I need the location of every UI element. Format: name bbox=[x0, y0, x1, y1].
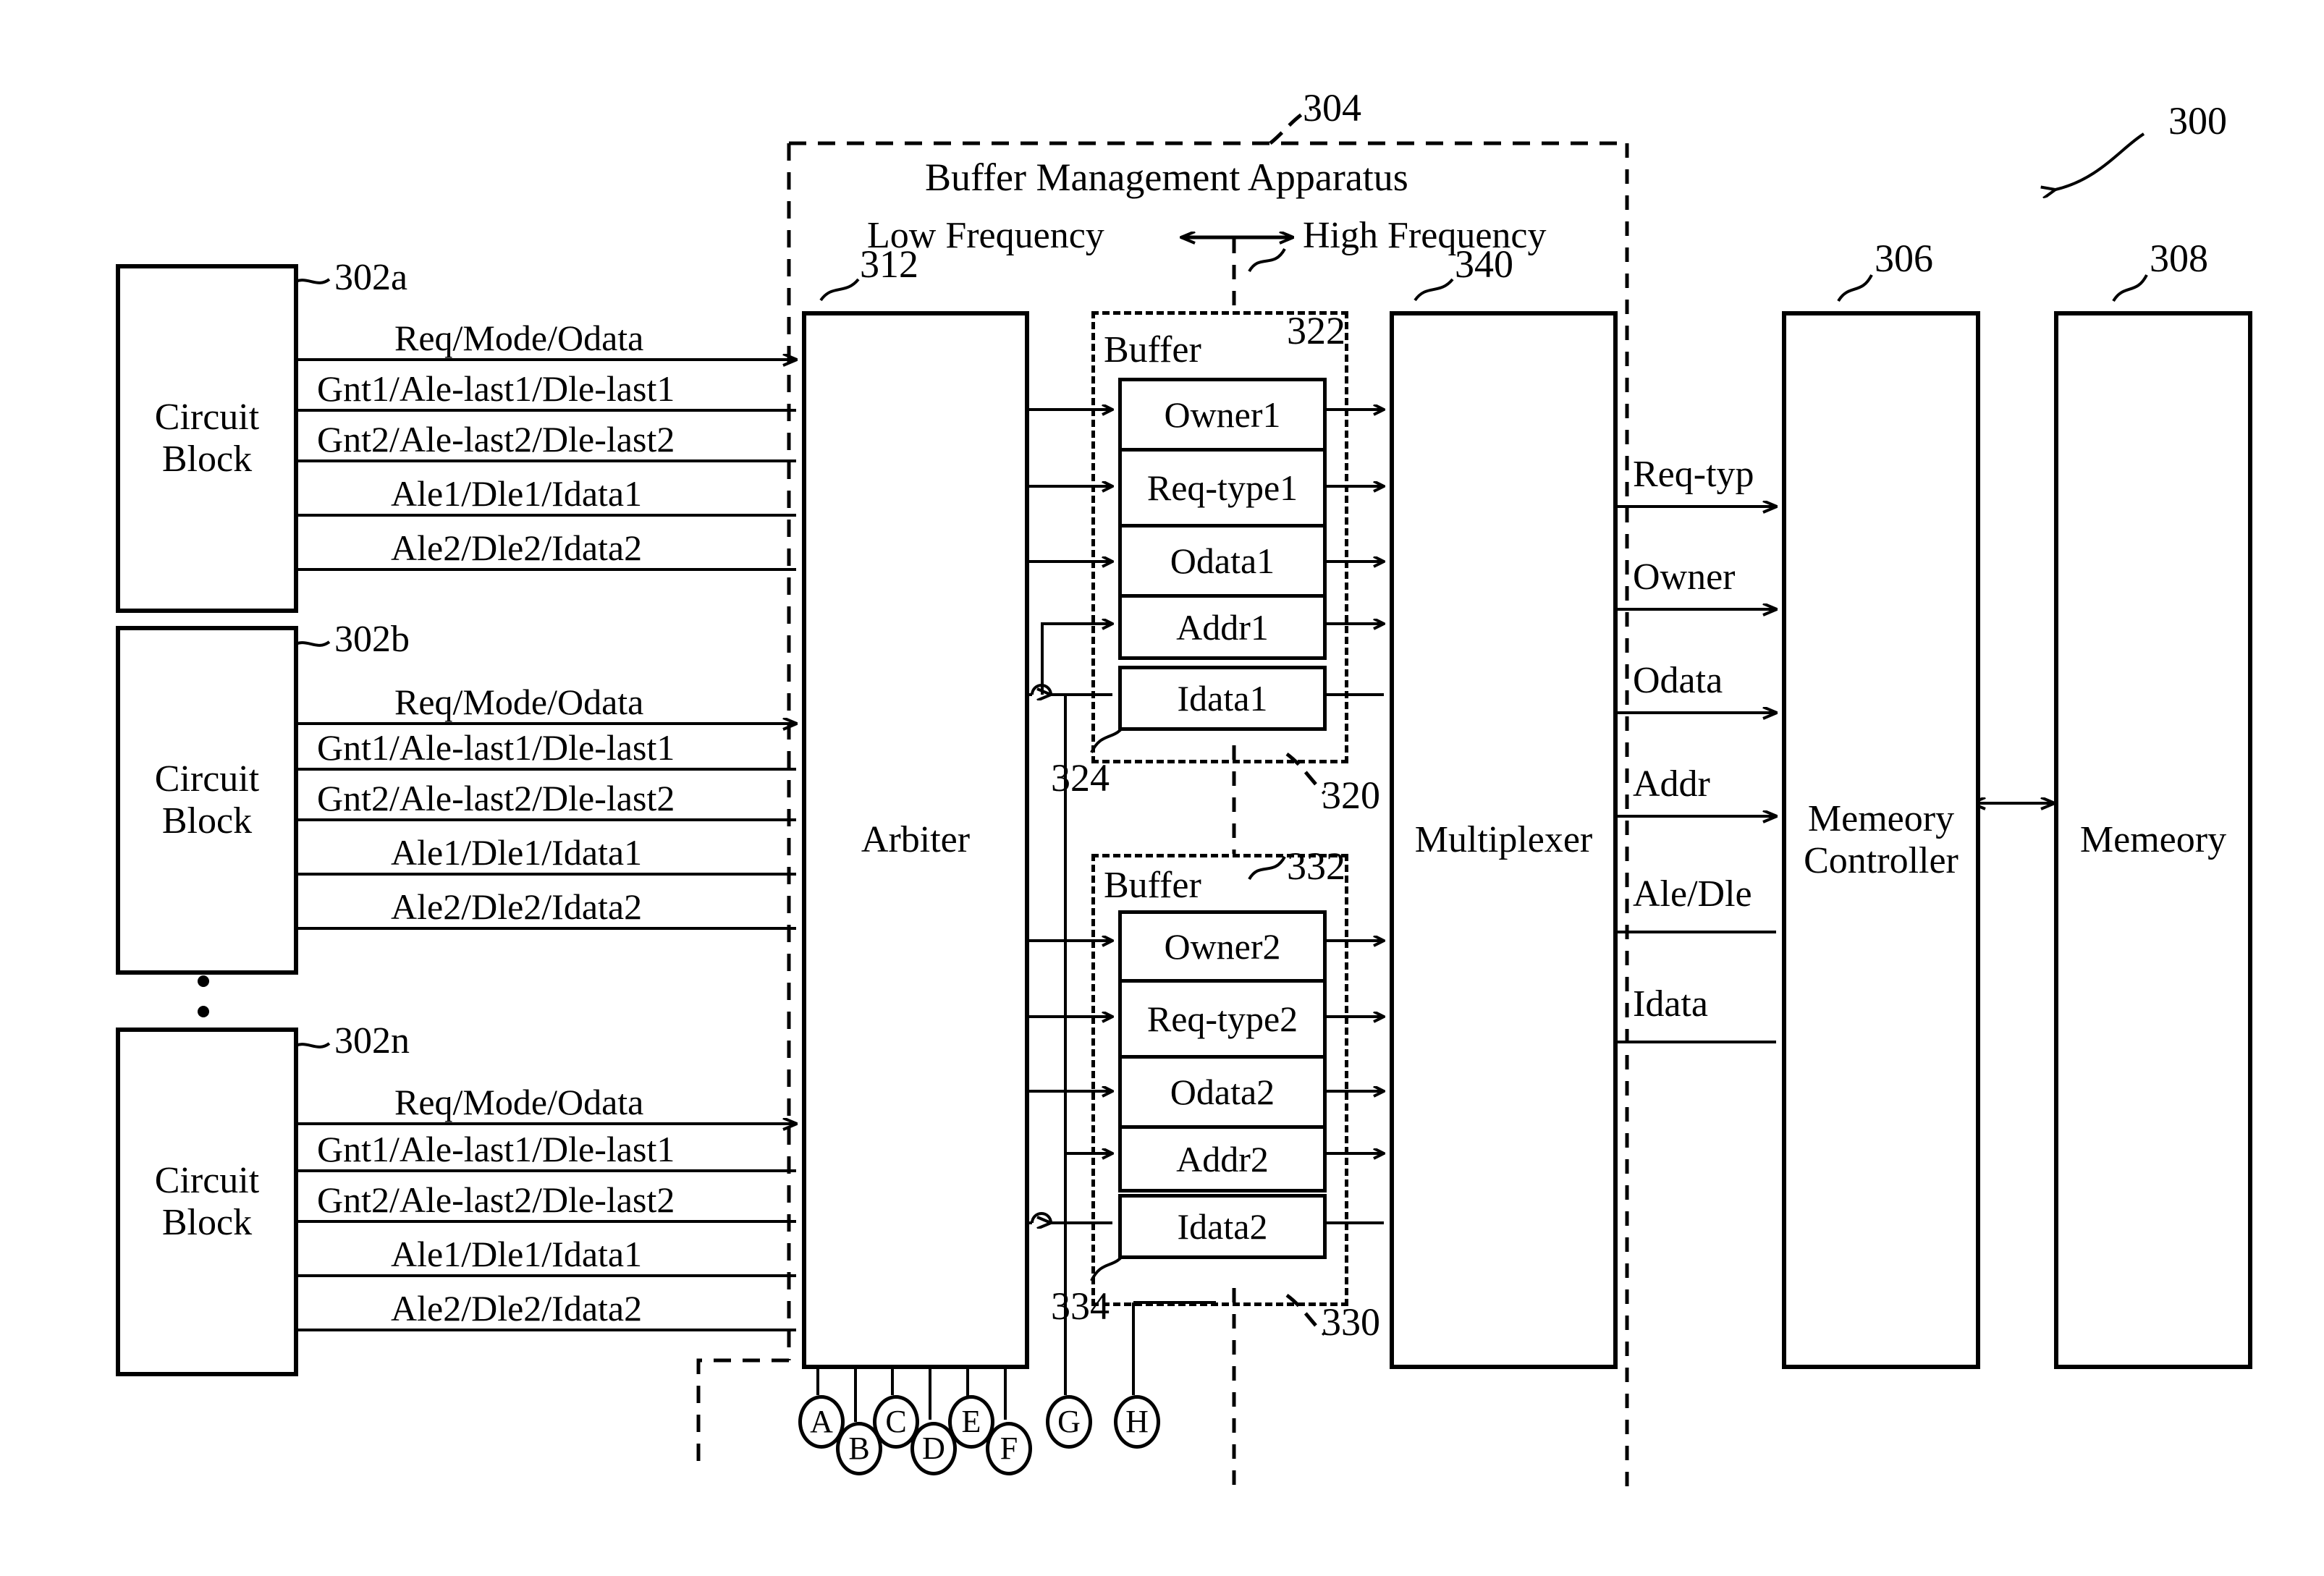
memory-block[interactable]: Memeory bbox=[2054, 311, 2252, 1369]
signal-label-ale2: Ale2/Dle2/Idata2 bbox=[391, 886, 643, 927]
ref-332: 332 bbox=[1287, 844, 1345, 888]
signal-label-req-mode-odata: Req/Mode/Odata bbox=[394, 1082, 644, 1122]
signal-label-ale2: Ale2/Dle2/Idata2 bbox=[391, 1288, 643, 1329]
ref-334: 334 bbox=[1051, 1284, 1110, 1328]
signal-label-gnt1: Gnt1/Ale-last1/Dle-last1 bbox=[317, 1129, 675, 1169]
ref-302a: 302a bbox=[334, 257, 408, 298]
ref-306: 306 bbox=[1875, 237, 1933, 280]
buffer-322-fields: Owner1 Req-type1 Odata1 Addr1 bbox=[1118, 378, 1327, 660]
buffer-field-owner2[interactable]: Owner2 bbox=[1122, 914, 1323, 983]
buffer-caption-332: Buffer bbox=[1104, 865, 1201, 906]
memory-label: Memeory bbox=[2079, 818, 2227, 860]
memory-controller-label-line2: Controller bbox=[1804, 840, 1959, 881]
connector-tag-f[interactable]: F bbox=[986, 1422, 1032, 1475]
buffer-field-owner1[interactable]: Owner1 bbox=[1122, 381, 1323, 452]
signal-label-ale1: Ale1/Dle1/Idata1 bbox=[391, 832, 643, 873]
ref-312: 312 bbox=[860, 242, 918, 286]
circuit-block-label-line2: Block bbox=[161, 439, 253, 480]
signal-label-ale1: Ale1/Dle1/Idata1 bbox=[391, 473, 643, 514]
memory-controller-block[interactable]: Memeory Controller bbox=[1782, 311, 1980, 1369]
controller-signal-odata: Odata bbox=[1633, 660, 1723, 701]
signal-label-req-mode-odata: Req/Mode/Odata bbox=[394, 682, 644, 722]
ref-340: 340 bbox=[1455, 242, 1513, 286]
circuit-block-302a[interactable]: Circuit Block bbox=[116, 264, 298, 613]
buffer-field-odata2[interactable]: Odata2 bbox=[1122, 1059, 1323, 1129]
ref-322: 322 bbox=[1287, 309, 1345, 352]
ref-324: 324 bbox=[1051, 756, 1110, 800]
signal-label-ale2: Ale2/Dle2/Idata2 bbox=[391, 528, 643, 568]
apparatus-title: Buffer Management Apparatus bbox=[925, 156, 1408, 199]
circuit-block-302b[interactable]: Circuit Block bbox=[116, 626, 298, 975]
ellipsis-dot bbox=[198, 1006, 209, 1017]
buffer-332-fields: Owner2 Req-type2 Odata2 Addr2 bbox=[1118, 910, 1327, 1192]
signal-label-gnt2: Gnt2/Ale-last2/Dle-last2 bbox=[317, 419, 675, 459]
multiplexer-label: Multiplexer bbox=[1414, 818, 1593, 860]
memory-controller-label-line1: Memeory bbox=[1807, 797, 1955, 839]
signal-label-ale1: Ale1/Dle1/Idata1 bbox=[391, 1234, 643, 1274]
controller-signal-owner: Owner bbox=[1633, 556, 1736, 598]
ref-304: 304 bbox=[1303, 86, 1361, 130]
controller-signal-addr: Addr bbox=[1633, 763, 1710, 805]
buffer-field-idata2[interactable]: Idata2 bbox=[1118, 1194, 1327, 1259]
signal-label-req-mode-odata: Req/Mode/Odata bbox=[394, 318, 644, 358]
ref-330: 330 bbox=[1322, 1300, 1380, 1344]
buffer-field-odata1[interactable]: Odata1 bbox=[1122, 528, 1323, 598]
circuit-block-label-line2: Block bbox=[161, 800, 253, 842]
buffer-field-idata1[interactable]: Idata1 bbox=[1118, 666, 1327, 731]
circuit-block-label-line1: Circuit bbox=[154, 396, 260, 438]
buffer-field-req-type2[interactable]: Req-type2 bbox=[1122, 983, 1323, 1059]
ref-302b: 302b bbox=[334, 619, 410, 660]
controller-signal-ale-dle: Ale/Dle bbox=[1633, 873, 1752, 915]
buffer-field-addr2[interactable]: Addr2 bbox=[1122, 1129, 1323, 1189]
controller-signal-idata: Idata bbox=[1633, 983, 1708, 1025]
buffer-field-req-type1[interactable]: Req-type1 bbox=[1122, 452, 1323, 528]
circuit-block-label-line2: Block bbox=[161, 1202, 253, 1243]
signal-label-gnt1: Gnt1/Ale-last1/Dle-last1 bbox=[317, 368, 675, 409]
buffer-caption-322: Buffer bbox=[1104, 329, 1201, 370]
controller-signal-req-typ: Req-typ bbox=[1633, 454, 1754, 495]
ellipsis-dot bbox=[198, 975, 209, 987]
ref-300: 300 bbox=[2168, 99, 2227, 143]
ref-302n: 302n bbox=[334, 1020, 410, 1062]
connector-tag-g[interactable]: G bbox=[1046, 1395, 1092, 1449]
signal-label-gnt2: Gnt2/Ale-last2/Dle-last2 bbox=[317, 778, 675, 818]
buffer-field-addr1[interactable]: Addr1 bbox=[1122, 598, 1323, 656]
ref-320: 320 bbox=[1322, 774, 1380, 817]
circuit-block-label-line1: Circuit bbox=[154, 1159, 260, 1201]
ref-308: 308 bbox=[2150, 237, 2208, 280]
connector-tag-h[interactable]: H bbox=[1114, 1395, 1160, 1449]
circuit-block-302n[interactable]: Circuit Block bbox=[116, 1028, 298, 1376]
multiplexer-block[interactable]: Multiplexer bbox=[1390, 311, 1618, 1369]
signal-label-gnt2: Gnt2/Ale-last2/Dle-last2 bbox=[317, 1179, 675, 1220]
arbiter-label: Arbiter bbox=[861, 818, 971, 860]
circuit-block-label-line1: Circuit bbox=[154, 758, 260, 800]
signal-label-gnt1: Gnt1/Ale-last1/Dle-last1 bbox=[317, 727, 675, 768]
arbiter-block[interactable]: Arbiter bbox=[802, 311, 1029, 1369]
